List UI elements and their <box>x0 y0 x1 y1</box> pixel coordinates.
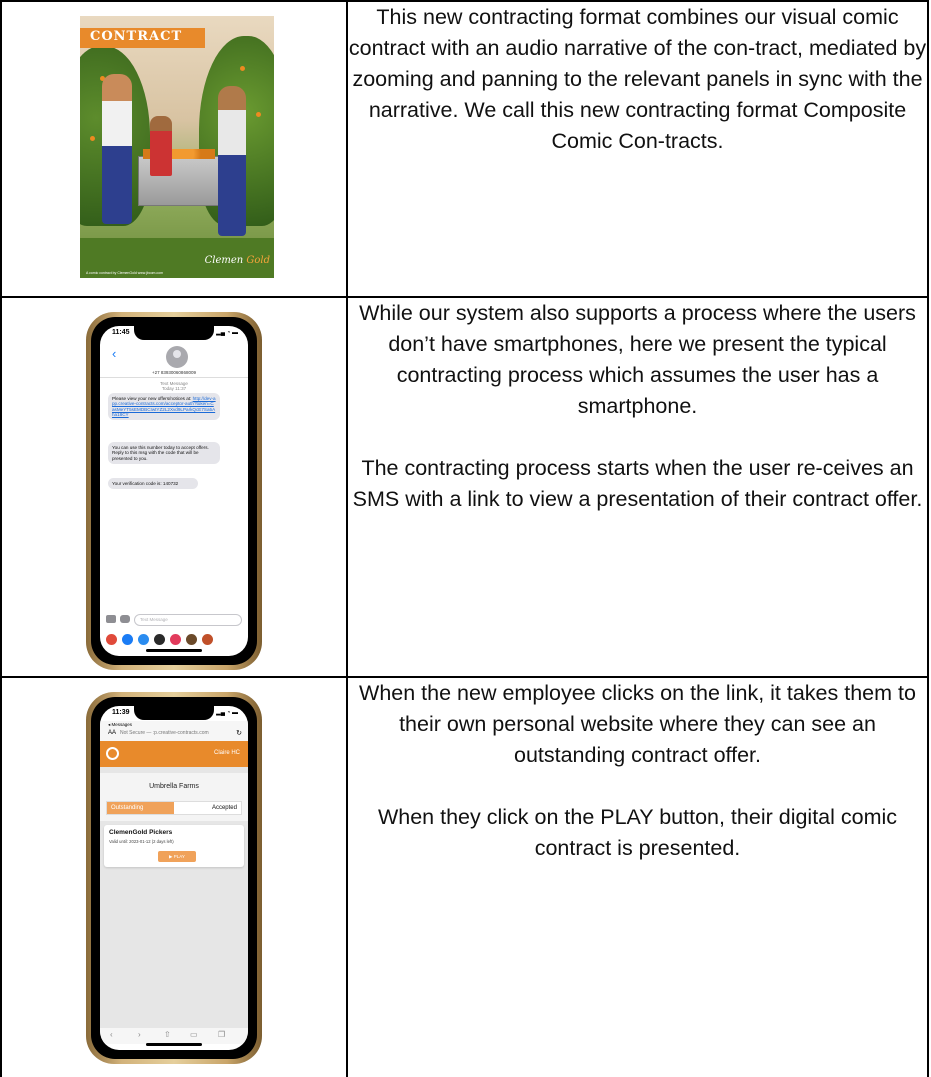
play-button[interactable]: ▶ PLAY <box>158 851 196 862</box>
banner-title: CONTRACT <box>90 29 183 44</box>
site-logo-icon[interactable] <box>106 747 119 760</box>
picker-figure <box>218 86 246 236</box>
reader-icon[interactable]: AA <box>108 730 116 736</box>
brand-left: Clemen <box>204 255 244 266</box>
sticker-app-icon[interactable] <box>202 634 213 645</box>
tab-outstanding[interactable]: Outstanding <box>107 802 174 814</box>
phone-mockup-website: 11:39 ▂▄ ◔ ▬ ◂ Messages AA Not Secure — … <box>86 692 262 1064</box>
orange-fruit <box>256 112 261 117</box>
contact-number: +27 83930060868009 <box>152 370 196 375</box>
reload-icon[interactable]: ↻ <box>236 729 242 737</box>
table-row: 11:39 ▂▄ ◔ ▬ ◂ Messages AA Not Secure — … <box>0 676 929 1077</box>
photos-app-icon[interactable] <box>106 634 117 645</box>
tabs-icon[interactable]: ❐ <box>218 1030 225 1039</box>
org-panel: Umbrella Farms Outstanding Accepted <box>100 773 248 821</box>
brand-logo: Clemen Gold <box>205 255 270 266</box>
phone-notch <box>134 706 214 720</box>
phone-notch <box>134 326 214 340</box>
share-icon[interactable]: ⇧ <box>164 1030 171 1039</box>
divider <box>100 377 248 378</box>
browser-url-bar[interactable]: ◂ Messages AA Not Secure — :p.creative-c… <box>100 721 248 741</box>
document-table: CONTRACT Clemen Gold A comic contract by… <box>0 0 929 1077</box>
message-text: Please view your new offers/notices at: <box>112 396 193 401</box>
back-chevron-icon[interactable]: ‹ <box>112 346 116 361</box>
text-cell: When the new employee clicks on the link… <box>346 676 929 1077</box>
contract-card: ClemenGold Pickers Valid until: 2023-01-… <box>104 825 244 867</box>
status-icons: ▂▄ ◔ ▬ <box>216 330 238 336</box>
app-drawer <box>106 632 248 646</box>
orange-fruit <box>90 136 95 141</box>
org-name: Umbrella Farms <box>149 783 199 790</box>
paragraph: While our system also supports a process… <box>359 301 916 418</box>
image-cell: 11:45 ▂▄ ◔ ▬ ‹ +27 83930060868009 Text M… <box>0 296 348 678</box>
app-store-icon[interactable] <box>120 615 130 623</box>
contract-name: ClemenGold Pickers <box>109 829 173 836</box>
home-indicator <box>146 1043 202 1046</box>
search-app-icon[interactable] <box>170 634 181 645</box>
meta-time: Today 11:37 <box>161 386 187 391</box>
compose-bar: Text Message <box>106 614 242 626</box>
offer-tabs: Outstanding Accepted <box>106 801 242 815</box>
contract-banner: CONTRACT <box>80 28 205 48</box>
paragraph: When they click on the PLAY button, thei… <box>377 805 898 860</box>
phone-bezel: 11:39 ▂▄ ◔ ▬ ◂ Messages AA Not Secure — … <box>91 697 257 1059</box>
browser-toolbar: ‹ › ⇧ ▭ ❐ <box>100 1028 248 1044</box>
brand-right: Gold <box>246 255 270 266</box>
picker-figure <box>102 74 132 224</box>
paragraph: This new contracting format combines our… <box>348 5 927 153</box>
message-bubble: Please view your new offers/notices at: … <box>108 393 220 421</box>
picker-figure <box>150 116 172 176</box>
phone-bezel: 11:45 ▂▄ ◔ ▬ ‹ +27 83930060868009 Text M… <box>91 317 257 665</box>
audio-app-icon[interactable] <box>138 634 149 645</box>
message-meta: Text Message Today 11:37 <box>100 381 248 391</box>
table-row: CONTRACT Clemen Gold A comic contract by… <box>0 0 929 298</box>
tab-accepted[interactable]: Accepted <box>212 802 237 814</box>
paragraph: The contracting process starts when the … <box>352 456 923 511</box>
table-row: 11:45 ▂▄ ◔ ▬ ‹ +27 83930060868009 Text M… <box>0 296 929 678</box>
message-bubble: Your verification code is: 140732 <box>108 478 198 490</box>
phone-screen: 11:45 ▂▄ ◔ ▬ ‹ +27 83930060868009 Text M… <box>100 326 248 656</box>
site-body: Umbrella Farms Outstanding Accepted Clem… <box>100 767 248 1028</box>
paragraph: When the new employee clicks on the link… <box>359 681 916 767</box>
status-icons: ▂▄ ◔ ▬ <box>216 710 238 716</box>
image-cell: CONTRACT Clemen Gold A comic contract by… <box>0 0 348 298</box>
cover-footer: A comic contract by ClemenGold www.jbcom… <box>86 271 164 275</box>
home-indicator <box>146 649 202 652</box>
fitness-app-icon[interactable] <box>154 634 165 645</box>
message-input[interactable]: Text Message <box>134 614 242 626</box>
back-to-messages[interactable]: ◂ Messages <box>108 722 132 728</box>
url-text[interactable]: Not Secure — :p.creative-contracts.com <box>120 730 209 736</box>
status-time: 11:39 <box>112 709 130 716</box>
text-cell: While our system also supports a process… <box>346 296 929 678</box>
user-name[interactable]: Claire HC <box>214 750 240 756</box>
back-icon[interactable]: ‹ <box>110 1030 113 1039</box>
app-store-icon[interactable] <box>122 634 133 645</box>
memoji-app-icon[interactable] <box>186 634 197 645</box>
comic-contract-cover: CONTRACT Clemen Gold A comic contract by… <box>80 16 274 278</box>
camera-icon[interactable] <box>106 615 116 623</box>
site-header: Claire HC <box>100 741 248 767</box>
forward-icon[interactable]: › <box>138 1030 141 1039</box>
status-time: 11:45 <box>112 329 130 336</box>
contact-avatar-icon[interactable] <box>166 346 188 368</box>
phone-screen: 11:39 ▂▄ ◔ ▬ ◂ Messages AA Not Secure — … <box>100 706 248 1050</box>
text-cell: This new contracting format combines our… <box>346 0 929 298</box>
bookmarks-icon[interactable]: ▭ <box>190 1030 198 1039</box>
phone-mockup-sms: 11:45 ▂▄ ◔ ▬ ‹ +27 83930060868009 Text M… <box>86 312 262 670</box>
valid-until: Valid until: 2023-01-12 (2 days left) <box>109 839 174 844</box>
orange-fruit <box>240 66 245 71</box>
message-bubble: You can use this number today to accept … <box>108 442 220 464</box>
image-cell: 11:39 ▂▄ ◔ ▬ ◂ Messages AA Not Secure — … <box>0 676 348 1077</box>
